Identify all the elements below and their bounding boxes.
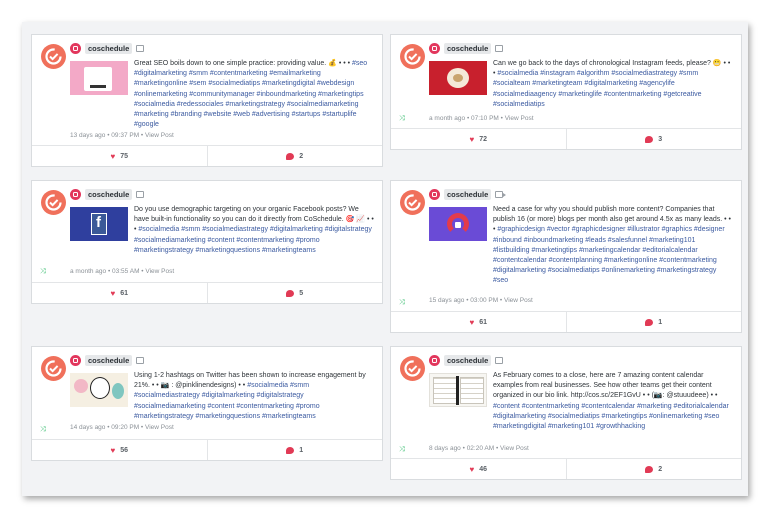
post-card: coschedule Using 1-2 hashtags on Twitter…	[31, 346, 383, 461]
likes-value: 56	[120, 446, 129, 454]
post-card: coschedule Need a case for why you shoul…	[390, 180, 742, 333]
comment-icon	[286, 446, 295, 454]
likes-count: ♥ 61	[32, 283, 207, 303]
instagram-icon	[429, 188, 440, 200]
post-meta[interactable]: 13 days ago • 09:37 PM • View Post	[70, 132, 174, 139]
comments-count: 5	[206, 283, 383, 303]
video-icon	[495, 190, 507, 198]
comments-value: 1	[299, 446, 304, 454]
comment-icon	[286, 152, 295, 160]
caption-text: As February comes to a close, here are 7…	[493, 372, 718, 400]
image-icon	[136, 44, 145, 52]
account-name[interactable]: coschedule	[85, 354, 133, 366]
post-meta[interactable]: a month ago • 07:10 PM • View Post	[429, 115, 534, 122]
comment-icon	[645, 318, 654, 326]
post-card: coschedule Great SEO boils down to one s…	[31, 34, 383, 167]
post-grid: coschedule Great SEO boils down to one s…	[22, 22, 748, 496]
likes-count: ♥ 46	[391, 459, 566, 479]
shuffle-icon[interactable]: ⤨	[399, 299, 405, 307]
account-name[interactable]: coschedule	[85, 42, 133, 54]
likes-value: 46	[479, 465, 488, 473]
likes-count: ♥ 72	[391, 129, 566, 149]
comments-value: 2	[299, 152, 304, 160]
account-name[interactable]: coschedule	[85, 188, 133, 200]
post-thumbnail[interactable]	[429, 207, 487, 241]
coschedule-logo-icon	[41, 356, 66, 381]
image-icon	[136, 190, 145, 198]
heart-icon: ♥	[469, 134, 475, 144]
coschedule-logo-icon	[41, 190, 66, 215]
shuffle-icon[interactable]: ⤨	[40, 426, 46, 434]
image-icon	[495, 44, 504, 52]
comments-value: 5	[299, 289, 304, 297]
comments-count: 3	[565, 129, 742, 149]
caption-hashtags: #seo #digitalmarketing #smm #contentmark…	[134, 60, 368, 129]
post-thumbnail[interactable]	[429, 373, 487, 407]
caption-hashtags: #graphicdesign #vector #graphicdesigner …	[493, 226, 725, 285]
post-meta[interactable]: 14 days ago • 09:20 PM • View Post	[70, 424, 174, 431]
account-name[interactable]: coschedule	[444, 354, 492, 366]
post-meta[interactable]: a month ago • 03:55 AM • View Post	[70, 268, 174, 275]
instagram-icon	[429, 354, 440, 366]
post-card: coschedule As February comes to a close,…	[390, 346, 742, 480]
coschedule-logo-icon	[400, 44, 425, 69]
comments-count: 2	[206, 146, 383, 166]
post-caption: As February comes to a close, here are 7…	[493, 371, 733, 432]
heart-icon: ♥	[469, 317, 475, 327]
comments-value: 3	[658, 135, 663, 143]
instagram-icon	[429, 42, 440, 54]
likes-value: 61	[120, 289, 129, 297]
post-meta[interactable]: 15 days ago • 03:00 PM • View Post	[429, 297, 533, 304]
post-thumbnail[interactable]	[429, 61, 487, 95]
post-caption: Do you use demographic targeting on your…	[134, 205, 374, 256]
comments-count: 1	[206, 440, 383, 460]
likes-value: 72	[479, 135, 488, 143]
comments-value: 2	[658, 465, 663, 473]
comments-count: 1	[565, 312, 742, 332]
shuffle-icon[interactable]: ⤨	[40, 268, 46, 276]
caption-hashtags: #socialmedia #smm #socialmediastrategy #…	[134, 226, 372, 254]
instagram-icon	[70, 354, 81, 366]
account-name[interactable]: coschedule	[444, 42, 492, 54]
comments-value: 1	[658, 318, 663, 326]
post-thumbnail[interactable]	[70, 61, 128, 95]
post-thumbnail[interactable]: f	[70, 207, 128, 241]
image-icon	[136, 356, 145, 364]
heart-icon: ♥	[469, 464, 475, 474]
instagram-icon	[70, 188, 81, 200]
post-card: coschedule Can we go back to the days of…	[390, 34, 742, 150]
post-caption: Can we go back to the days of chronologi…	[493, 59, 733, 110]
heart-icon: ♥	[110, 151, 116, 161]
post-card: coschedule f Do you use demographic targ…	[31, 180, 383, 304]
likes-count: ♥ 61	[391, 312, 566, 332]
image-icon	[495, 356, 504, 364]
heart-icon: ♥	[110, 445, 116, 455]
account-name[interactable]: coschedule	[444, 188, 492, 200]
likes-count: ♥ 75	[32, 146, 207, 166]
instagram-icon	[70, 42, 81, 54]
post-thumbnail[interactable]	[70, 373, 128, 407]
caption-text: Great SEO boils down to one simple pract…	[134, 60, 351, 67]
post-caption: Great SEO boils down to one simple pract…	[134, 59, 374, 130]
caption-hashtags: #content #contentmarketing #contentcalen…	[493, 402, 729, 431]
post-caption: Using 1-2 hashtags on Twitter has been s…	[134, 371, 374, 422]
comments-count: 2	[565, 459, 742, 479]
post-caption: Need a case for why you should publish m…	[493, 205, 733, 287]
likes-count: ♥ 56	[32, 440, 207, 460]
coschedule-logo-icon	[41, 44, 66, 69]
likes-value: 75	[120, 152, 129, 160]
heart-icon: ♥	[110, 288, 116, 298]
post-meta[interactable]: 8 days ago • 02:20 AM • View Post	[429, 445, 529, 452]
likes-value: 61	[479, 318, 488, 326]
shuffle-icon[interactable]: ⤨	[399, 446, 405, 454]
caption-hashtags: #socialmedia #instagram #algorithm #soci…	[493, 70, 702, 108]
shuffle-icon[interactable]: ⤨	[399, 115, 405, 123]
comment-icon	[286, 289, 295, 297]
comment-icon	[645, 135, 654, 143]
coschedule-logo-icon	[400, 356, 425, 381]
comment-icon	[645, 465, 654, 473]
coschedule-logo-icon	[400, 190, 425, 215]
